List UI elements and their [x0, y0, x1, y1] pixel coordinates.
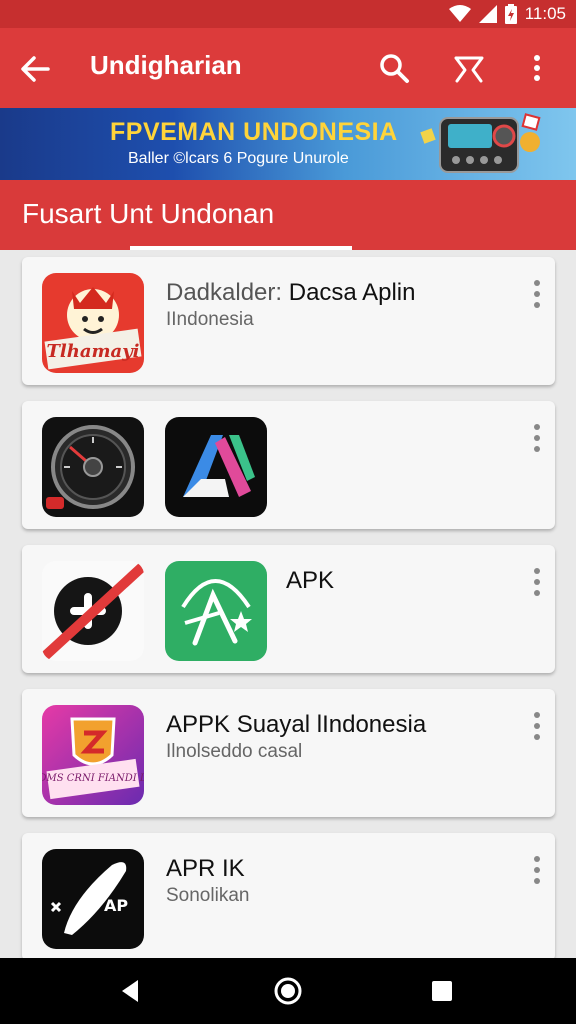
more-vert-icon[interactable]	[533, 711, 541, 741]
arrow-app-icon[interactable]	[165, 417, 267, 517]
app-title: APR IK	[166, 855, 245, 882]
app-icon[interactable]: CONDMS CRNI FIANDI DONE	[42, 705, 144, 805]
app-title-main: Dacsa Aplin	[288, 279, 416, 306]
back-triangle-icon[interactable]	[116, 976, 146, 1006]
signal-icon	[478, 5, 497, 23]
search-icon[interactable]	[376, 50, 412, 86]
list-item[interactable]: APK	[22, 545, 555, 673]
app-title: APK	[286, 567, 335, 594]
app-subtitle: IIndonesia	[166, 309, 254, 330]
status-icons: 11:05	[448, 4, 566, 24]
radio-gadget-icon	[420, 113, 541, 173]
blocked-app-icon[interactable]	[42, 561, 144, 661]
app-list: Tlhamayi Dadkalder: Dacsa Aplin IIndones…	[0, 250, 576, 958]
app-title: APPK Suayal lIndonesia	[166, 711, 427, 738]
icon-label: AP	[104, 896, 128, 915]
app-subtitle: Ilnolseddo casal	[166, 741, 303, 762]
status-bar: 11:05	[0, 0, 576, 28]
speedometer-app-icon[interactable]	[42, 417, 144, 517]
more-vert-icon[interactable]	[519, 50, 555, 86]
wifi-icon	[448, 5, 471, 22]
battery-icon	[504, 4, 517, 24]
filter-icon[interactable]	[451, 50, 487, 86]
app-title: Dadkalder: Dacsa Aplin	[166, 279, 415, 307]
icon-label: CONDMS CRNI FIANDI DONE	[42, 773, 144, 784]
status-time: 11:05	[524, 4, 566, 23]
app-title-prefix: Dadkalder:	[166, 279, 289, 306]
promo-banner[interactable]: FPVEMAN UNDONESIA Baller ©lcars 6 Pogure…	[0, 108, 576, 180]
home-circle-icon[interactable]	[273, 976, 303, 1006]
list-item[interactable]: Tlhamayi Dadkalder: Dacsa Aplin IIndones…	[22, 257, 555, 385]
more-vert-icon[interactable]	[533, 855, 541, 885]
system-nav-bar	[0, 958, 576, 1024]
app-icon[interactable]: Tlhamayi	[42, 273, 144, 373]
list-item[interactable]: AP APR IK Sonolikan	[22, 833, 555, 958]
banner-headline: FPVEMAN UNDONESIA	[110, 118, 398, 146]
banner-subline: Baller ©lcars 6 Pogure Unurole	[128, 150, 349, 167]
more-vert-icon[interactable]	[533, 423, 541, 453]
app-icon[interactable]: AP	[42, 849, 144, 949]
icon-label: Tlhamayi	[47, 341, 140, 362]
app-bar: Undigharian	[0, 28, 576, 108]
app-title: Undigharian	[90, 50, 242, 80]
app-subtitle: Sonolikan	[166, 885, 250, 906]
recents-square-icon[interactable]	[427, 976, 457, 1006]
more-vert-icon[interactable]	[533, 279, 541, 309]
more-vert-icon[interactable]	[533, 567, 541, 597]
section-title: Fusart Unt Undonan	[22, 198, 275, 229]
list-item[interactable]	[22, 401, 555, 529]
list-item[interactable]: CONDMS CRNI FIANDI DONE APPK Suayal lInd…	[22, 689, 555, 817]
apk-app-icon[interactable]	[165, 561, 267, 661]
arrow-left-icon[interactable]	[18, 52, 52, 86]
section-header: Fusart Unt Undonan	[0, 180, 576, 250]
